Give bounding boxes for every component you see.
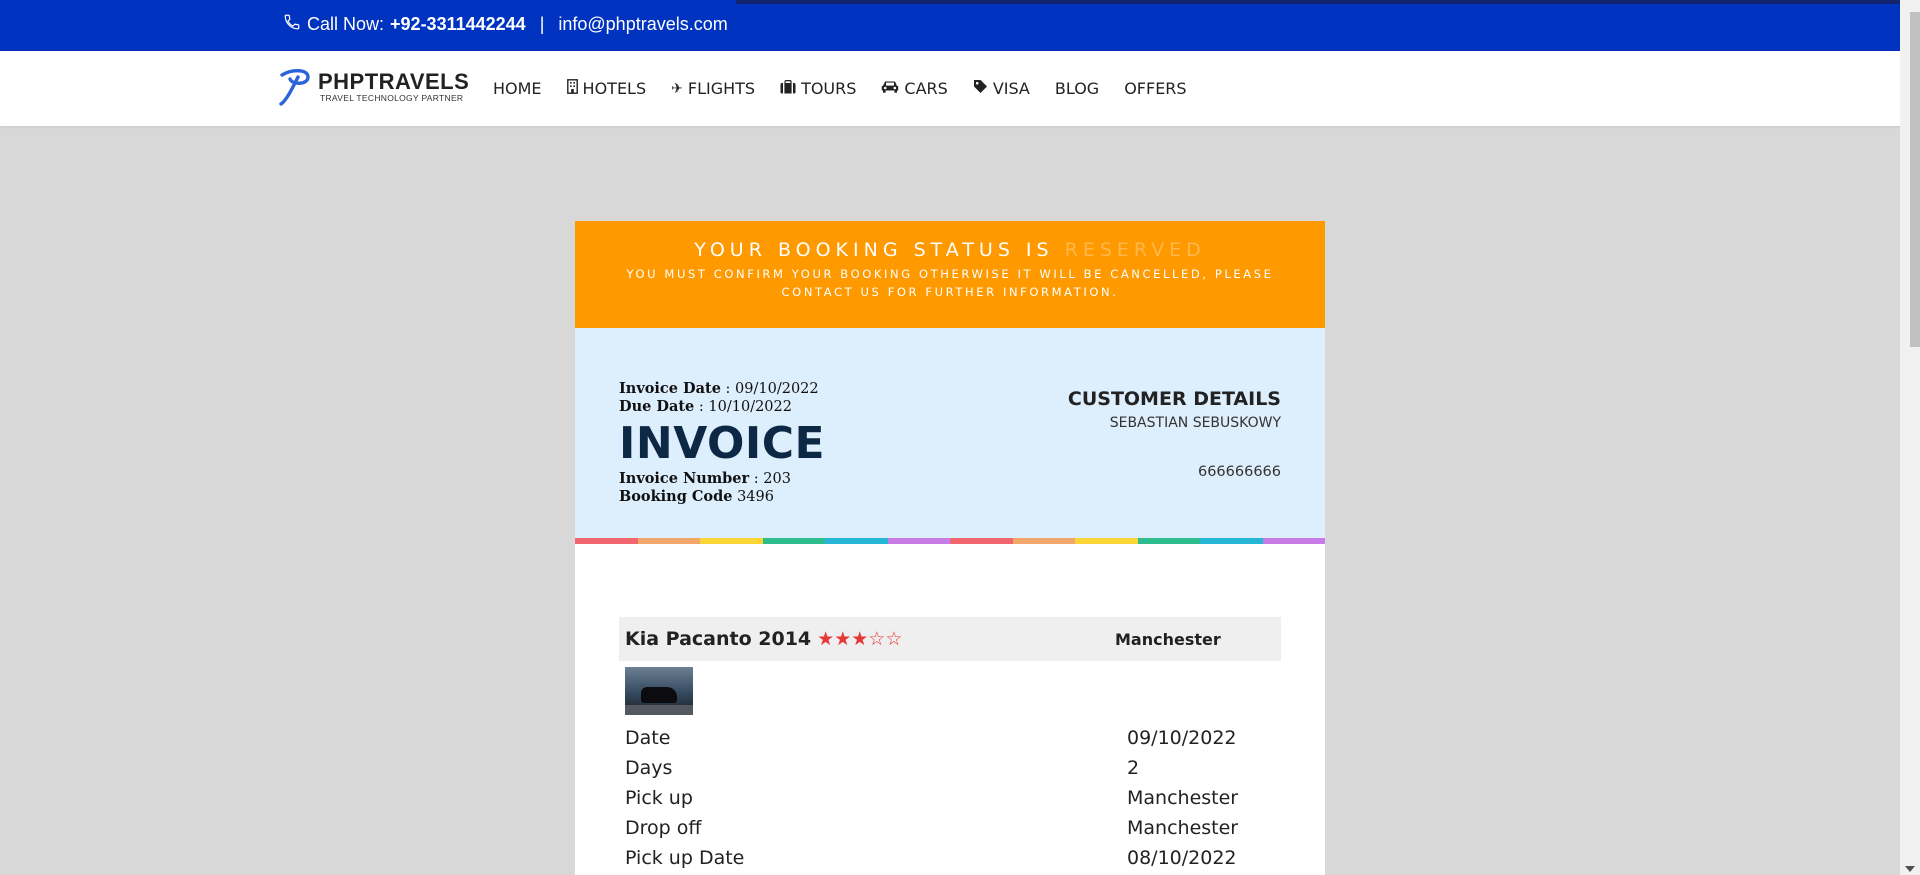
brand-tagline: TRAVEL TECHNOLOGY PARTNER (320, 93, 464, 103)
booking-status-prefix: YOUR BOOKING STATUS IS (694, 239, 1054, 261)
car-icon (881, 80, 899, 97)
nav-label: TOURS (801, 79, 857, 98)
invoice-number-row: Invoice Number : 203 (619, 470, 791, 487)
scroll-down-arrow-icon[interactable] (1905, 866, 1915, 872)
nav-offers[interactable]: OFFERS (1124, 79, 1186, 98)
booking-details-table: Date 09/10/2022 Days 2 Pick up Mancheste… (619, 723, 1281, 873)
table-row: Date 09/10/2022 (619, 723, 1281, 753)
top-strip (736, 0, 1900, 4)
invoice-date-row: Invoice Date : 09/10/2022 (619, 380, 819, 397)
booking-item-header: Kia Pacanto 2014 ★★★☆☆ Manchester (619, 617, 1281, 661)
nav-tours[interactable]: TOURS (780, 79, 856, 98)
car-thumbnail[interactable] (625, 667, 693, 715)
detail-label: Days (625, 757, 673, 779)
booking-code-value: 3496 (737, 489, 774, 505)
nav-blog[interactable]: BLOG (1055, 79, 1099, 98)
booking-status-banner: YOUR BOOKING STATUS IS RESERVED YOU MUST… (575, 221, 1325, 328)
nav-label: BLOG (1054, 79, 1100, 98)
star-filled-icon: ★ (851, 628, 869, 650)
detail-value: 08/10/2022 (1127, 847, 1237, 869)
nav-cars[interactable]: CARS (881, 79, 948, 98)
booking-status-line: YOUR BOOKING STATUS IS RESERVED (575, 221, 1325, 261)
nav-label: HOTELS (582, 79, 647, 98)
main-nav: HOME HOTELS ✈ FLIGHTS TOURS CARS VISA BL… (493, 79, 1212, 98)
tag-icon (973, 79, 988, 98)
contact-separator: | (539, 14, 545, 34)
invoice-card: YOUR BOOKING STATUS IS RESERVED YOU MUST… (575, 221, 1325, 875)
detail-value: 09/10/2022 (1127, 727, 1237, 749)
nav-flights[interactable]: ✈ FLIGHTS (671, 79, 755, 98)
detail-value: Manchester (1127, 817, 1239, 839)
due-date-row: Due Date : 10/10/2022 (619, 398, 792, 415)
plane-icon: ✈ (671, 80, 683, 97)
page-scrollbar[interactable] (1900, 0, 1920, 875)
booking-item-location: Manchester (1115, 629, 1221, 649)
customer-details-heading: CUSTOMER DETAILS (1067, 388, 1281, 410)
table-row: Drop off Manchester (619, 813, 1281, 843)
booking-status-value: RESERVED (1064, 239, 1206, 261)
invoice-meta: Invoice Date : 09/10/2022 Due Date : 10/… (619, 380, 825, 506)
customer-details: CUSTOMER DETAILS SEBASTIAN SEBUSKOWY 666… (1068, 388, 1281, 480)
brand-name: PHPTRAVELS (318, 69, 470, 94)
detail-value: 2 (1127, 757, 1140, 779)
nav-label: FLIGHTS (687, 79, 756, 98)
detail-label: Date (625, 727, 671, 749)
email-link[interactable]: info@phptravels.com (558, 14, 727, 35)
detail-label: Pick up (625, 787, 693, 809)
booking-item-title-wrap: Kia Pacanto 2014 ★★★☆☆ (625, 628, 902, 650)
due-date-label: Due Date (619, 398, 695, 415)
nav-visa[interactable]: VISA (973, 79, 1030, 98)
brand-logo[interactable]: PHPTRAVELS TRAVEL TECHNOLOGY PARTNER (278, 67, 469, 107)
customer-phone: 666666666 (1197, 464, 1281, 480)
building-icon (566, 79, 578, 98)
star-filled-icon: ★ (834, 628, 852, 650)
star-filled-icon: ★ (817, 628, 835, 650)
site-header: PHPTRAVELS TRAVEL TECHNOLOGY PARTNER HOM… (0, 51, 1900, 126)
star-empty-icon: ☆ (868, 628, 886, 650)
phone-number[interactable]: +92-3311442244 (390, 14, 526, 35)
nav-label: CARS (904, 79, 948, 98)
nav-label: HOME (493, 79, 542, 98)
thumbnail-road (625, 705, 693, 715)
call-label: Call Now: (307, 14, 385, 34)
scrollbar-thumb[interactable] (1910, 12, 1920, 347)
detail-label: Pick up Date (625, 847, 745, 869)
nav-hotels[interactable]: HOTELS (566, 79, 647, 98)
booking-item-title: Kia Pacanto 2014 (625, 628, 812, 650)
star-rating: ★★★☆☆ (817, 628, 902, 650)
invoice-number-value: 203 (763, 471, 791, 487)
nav-home[interactable]: HOME (493, 79, 542, 98)
due-date-value: 10/10/2022 (708, 399, 792, 415)
booking-code-label: Booking Code (619, 488, 733, 505)
invoice-title: INVOICE (619, 418, 826, 469)
detail-value: Manchester (1127, 787, 1239, 809)
nav-label: VISA (992, 79, 1030, 98)
invoice-date-value: 09/10/2022 (735, 381, 819, 397)
suitcase-icon (780, 79, 796, 98)
thumbnail-car (641, 687, 677, 703)
invoice-body: Kia Pacanto 2014 ★★★☆☆ Manchester Date 0… (575, 544, 1325, 873)
star-empty-icon: ☆ (885, 628, 903, 650)
phone-icon (283, 13, 301, 36)
invoice-header: Invoice Date : 09/10/2022 Due Date : 10/… (575, 328, 1325, 538)
table-row: Pick up Date 08/10/2022 (619, 843, 1281, 873)
invoice-date-label: Invoice Date (619, 380, 721, 397)
contact-info: Call Now: +92-3311442244 | info@phptrave… (283, 13, 728, 36)
invoice-number-label: Invoice Number (619, 470, 750, 487)
customer-name: SEBASTIAN SEBUSKOWY (1109, 415, 1281, 431)
table-row: Pick up Manchester (619, 783, 1281, 813)
nav-label: OFFERS (1124, 79, 1187, 98)
top-contact-bar: Call Now: +92-3311442244 | info@phptrave… (0, 0, 1900, 51)
logo-mark-icon (279, 69, 310, 106)
booking-code-row: Booking Code 3496 (619, 488, 825, 506)
booking-status-message: YOU MUST CONFIRM YOUR BOOKING OTHERWISE … (626, 267, 1274, 299)
table-row: Days 2 (619, 753, 1281, 783)
detail-label: Drop off (625, 817, 702, 839)
